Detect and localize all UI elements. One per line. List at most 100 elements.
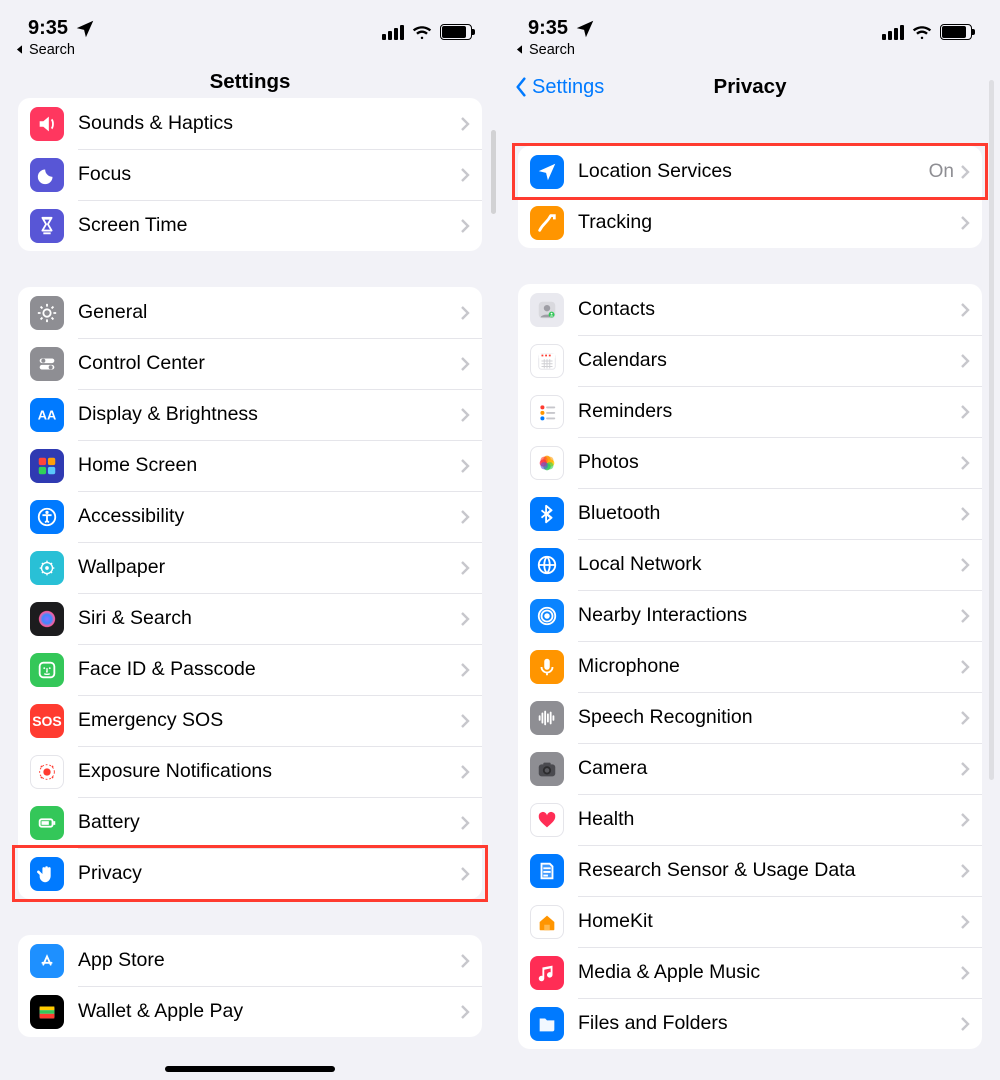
row-general[interactable]: General bbox=[18, 287, 482, 338]
status-time: 9:35 bbox=[28, 17, 68, 40]
speech-icon bbox=[530, 701, 564, 735]
svg-text:AA: AA bbox=[38, 407, 57, 422]
research-icon bbox=[530, 854, 564, 888]
chevron-right-icon bbox=[960, 506, 970, 522]
status-bar: 9:35 bbox=[0, 0, 500, 42]
row-label: Control Center bbox=[78, 352, 460, 375]
row-label: Wallet & Apple Pay bbox=[78, 1000, 460, 1023]
nav-header: Settings Privacy bbox=[500, 66, 1000, 108]
sounds-icon bbox=[30, 107, 64, 141]
row-appstore[interactable]: App Store bbox=[18, 935, 482, 986]
chevron-right-icon bbox=[960, 710, 970, 726]
chevron-right-icon bbox=[460, 218, 470, 234]
chevron-right-icon bbox=[460, 356, 470, 372]
row-research[interactable]: Research Sensor & Usage Data bbox=[518, 845, 982, 896]
row-calendar[interactable]: Calendars bbox=[518, 335, 982, 386]
mic-icon bbox=[530, 650, 564, 684]
row-wallet[interactable]: Wallet & Apple Pay bbox=[18, 986, 482, 1037]
exposure-icon bbox=[30, 755, 64, 789]
row-label: Speech Recognition bbox=[578, 706, 960, 729]
wallpaper-icon bbox=[30, 551, 64, 585]
chevron-right-icon bbox=[460, 815, 470, 831]
row-label: Home Screen bbox=[78, 454, 460, 477]
row-exposure[interactable]: Exposure Notifications bbox=[18, 746, 482, 797]
row-sos[interactable]: SOS Emergency SOS bbox=[18, 695, 482, 746]
cellular-signal-icon bbox=[382, 25, 404, 40]
row-screentime[interactable]: Screen Time bbox=[18, 200, 482, 251]
homekit-icon bbox=[530, 905, 564, 939]
row-focus[interactable]: Focus bbox=[18, 149, 482, 200]
camera-icon bbox=[530, 752, 564, 786]
row-homekit[interactable]: HomeKit bbox=[518, 896, 982, 947]
sos-icon: SOS bbox=[30, 704, 64, 738]
row-health[interactable]: Health bbox=[518, 794, 982, 845]
chevron-right-icon bbox=[460, 1004, 470, 1020]
row-speech[interactable]: Speech Recognition bbox=[518, 692, 982, 743]
row-homescreen[interactable]: Home Screen bbox=[18, 440, 482, 491]
wifi-icon bbox=[912, 25, 932, 40]
row-reminders[interactable]: Reminders bbox=[518, 386, 982, 437]
chevron-right-icon bbox=[960, 914, 970, 930]
row-control[interactable]: Control Center bbox=[18, 338, 482, 389]
back-to-search[interactable]: Search bbox=[500, 42, 1000, 66]
row-privacy[interactable]: Privacy bbox=[18, 848, 482, 899]
row-localnet[interactable]: Local Network bbox=[518, 539, 982, 590]
row-label: Nearby Interactions bbox=[578, 604, 960, 627]
settings-list[interactable]: Sounds & Haptics Focus Screen Time Gener… bbox=[0, 98, 500, 1080]
row-music[interactable]: Media & Apple Music bbox=[518, 947, 982, 998]
row-wallpaper[interactable]: Wallpaper bbox=[18, 542, 482, 593]
row-mic[interactable]: Microphone bbox=[518, 641, 982, 692]
row-sounds[interactable]: Sounds & Haptics bbox=[18, 98, 482, 149]
row-siri[interactable]: Siri & Search bbox=[18, 593, 482, 644]
row-label: Emergency SOS bbox=[78, 709, 460, 732]
row-access[interactable]: Accessibility bbox=[18, 491, 482, 542]
row-label: General bbox=[78, 301, 460, 324]
row-label: Reminders bbox=[578, 400, 960, 423]
row-label: Local Network bbox=[578, 553, 960, 576]
row-display[interactable]: AA Display & Brightness bbox=[18, 389, 482, 440]
nearby-icon bbox=[530, 599, 564, 633]
row-label: Camera bbox=[578, 757, 960, 780]
chevron-right-icon bbox=[960, 1016, 970, 1032]
wallet-icon bbox=[30, 995, 64, 1029]
chevron-right-icon bbox=[960, 863, 970, 879]
row-bluetooth[interactable]: Bluetooth bbox=[518, 488, 982, 539]
row-label: Screen Time bbox=[78, 214, 460, 237]
row-battery[interactable]: Battery bbox=[18, 797, 482, 848]
photos-icon bbox=[530, 446, 564, 480]
row-location[interactable]: Location Services On bbox=[518, 146, 982, 197]
battery-icon bbox=[940, 24, 972, 40]
row-contacts[interactable]: Contacts bbox=[518, 284, 982, 335]
back-button[interactable]: Settings bbox=[500, 76, 604, 99]
row-faceid[interactable]: Face ID & Passcode bbox=[18, 644, 482, 695]
display-icon: AA bbox=[30, 398, 64, 432]
location-indicator-icon bbox=[74, 18, 96, 40]
cellular-signal-icon bbox=[882, 25, 904, 40]
privacy-screen: 9:35 Search Settings Privacy Location Se bbox=[500, 0, 1000, 1080]
row-label: Siri & Search bbox=[78, 607, 460, 630]
chevron-right-icon bbox=[460, 116, 470, 132]
row-nearby[interactable]: Nearby Interactions bbox=[518, 590, 982, 641]
contacts-icon bbox=[530, 293, 564, 327]
row-label: Display & Brightness bbox=[78, 403, 460, 426]
row-label: Location Services bbox=[578, 160, 929, 183]
row-tracking[interactable]: Tracking bbox=[518, 197, 982, 248]
chevron-right-icon bbox=[960, 455, 970, 471]
row-photos[interactable]: Photos bbox=[518, 437, 982, 488]
scroll-indicator bbox=[989, 80, 994, 780]
tracking-icon bbox=[530, 206, 564, 240]
back-to-search[interactable]: Search bbox=[0, 42, 500, 66]
chevron-right-icon bbox=[960, 353, 970, 369]
focus-icon bbox=[30, 158, 64, 192]
row-camera[interactable]: Camera bbox=[518, 743, 982, 794]
music-icon bbox=[530, 956, 564, 990]
row-files[interactable]: Files and Folders bbox=[518, 998, 982, 1049]
privacy-icon bbox=[30, 857, 64, 891]
settings-screen: 9:35 Search Settings Sounds & Haptics Fo… bbox=[0, 0, 500, 1080]
homescreen-icon bbox=[30, 449, 64, 483]
chevron-right-icon bbox=[960, 302, 970, 318]
chevron-right-icon bbox=[960, 812, 970, 828]
chevron-right-icon bbox=[460, 953, 470, 969]
home-indicator[interactable] bbox=[165, 1066, 335, 1072]
privacy-list[interactable]: Location Services On Tracking Contacts C… bbox=[500, 108, 1000, 1080]
